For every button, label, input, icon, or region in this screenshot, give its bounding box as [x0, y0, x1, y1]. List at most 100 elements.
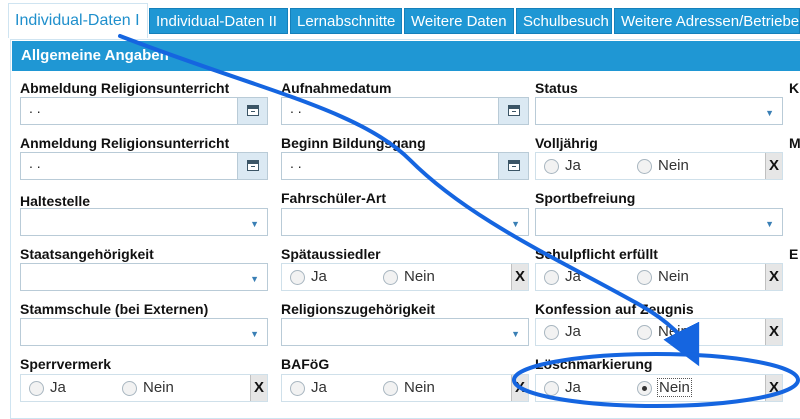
beginn-bildungsgang-label: Beginn Bildungsgang [281, 135, 426, 151]
status-label: Status [535, 80, 578, 96]
col4-row1-label: K [789, 80, 800, 96]
clear-button[interactable]: X [250, 375, 267, 401]
abmeldung-religion-label: Abmeldung Religionsunterricht [20, 80, 230, 96]
tab-weitere-adressen[interactable]: Weitere Adressen/Betriebe [614, 8, 800, 34]
clear-button[interactable]: X [765, 153, 782, 179]
calendar-icon [247, 105, 259, 116]
beginn-bildungsgang-date-field[interactable]: . . [281, 152, 529, 180]
radio-circle [637, 159, 652, 174]
tab-bar: Individual-Daten I Individual-Daten II L… [0, 0, 800, 40]
radio-label: Nein [658, 157, 689, 174]
radio-label: Nein [404, 379, 435, 396]
radio-label: Nein [657, 378, 692, 397]
date-value: . . [29, 155, 41, 171]
radio-label: Nein [658, 323, 689, 340]
calendar-icon [247, 160, 259, 171]
religionszugehoerigkeit-label: Religionszugehörigkeit [281, 301, 436, 317]
schulpflicht-label: Schulpflicht erfüllt [535, 246, 658, 262]
tab-label: Lernabschnitte [297, 13, 396, 30]
stammschule-label: Stammschule (bei Externen) [20, 301, 209, 317]
religionszugehoerigkeit-dropdown[interactable]: ▼ [281, 318, 529, 346]
tab-weitere-daten[interactable]: Weitere Daten [404, 8, 514, 34]
sportbefreiung-dropdown[interactable]: ▼ [535, 208, 783, 236]
radio-circle [544, 381, 559, 396]
aufnahmedatum-label: Aufnahmedatum [281, 80, 392, 96]
col4-row2-label: M [789, 135, 800, 151]
tab-individual-daten-1[interactable]: Individual-Daten I [8, 3, 148, 38]
radio-label: Ja [565, 379, 581, 396]
sportbefreiung-label: Sportbefreiung [535, 190, 636, 206]
sperrvermerk-label: Sperrvermerk [20, 356, 112, 372]
chevron-down-icon: ▼ [511, 329, 520, 339]
radio-circle [122, 381, 137, 396]
calendar-icon [508, 160, 520, 171]
anmeldung-religion-date-field[interactable]: . . [20, 152, 268, 180]
col4-row4-label: E [789, 246, 799, 262]
date-value: . . [29, 100, 41, 116]
date-picker-button[interactable] [237, 98, 267, 124]
chevron-down-icon: ▼ [250, 274, 259, 284]
chevron-down-icon: ▼ [250, 219, 259, 229]
fahrschueler-art-dropdown[interactable]: ▼ [281, 208, 529, 236]
radio-circle [383, 381, 398, 396]
clear-button[interactable]: X [765, 264, 782, 290]
status-dropdown[interactable]: ▼ [535, 97, 783, 125]
loeschmarkierung-radio-group: Ja Nein X [535, 374, 783, 402]
fahrschueler-art-label: Fahrschüler-Art [281, 190, 387, 206]
radio-label: Ja [311, 379, 327, 396]
konfession-zeugnis-radio-group: Ja Nein X [535, 318, 783, 346]
spaetaussiedler-label: Spätaussiedler [281, 246, 381, 262]
tab-label: Weitere Adressen/Betriebe [621, 13, 800, 30]
loeschmarkierung-label: Löschmarkierung [535, 356, 653, 372]
date-picker-button[interactable] [237, 153, 267, 179]
radio-circle [544, 270, 559, 285]
clear-button[interactable]: X [765, 375, 782, 401]
haltestelle-label: Haltestelle [20, 193, 91, 209]
date-picker-button[interactable] [498, 98, 528, 124]
clear-button[interactable]: X [765, 319, 782, 345]
chevron-down-icon: ▼ [250, 329, 259, 339]
radio-circle [29, 381, 44, 396]
radio-label: Ja [50, 379, 66, 396]
sperrvermerk-radio-group: Ja Nein X [20, 374, 268, 402]
volljaehrig-label: Volljährig [535, 135, 598, 151]
radio-circle [637, 270, 652, 285]
anmeldung-religion-label: Anmeldung Religionsunterricht [20, 135, 230, 151]
tab-lernabschnitte[interactable]: Lernabschnitte [290, 8, 402, 34]
staatsangehoerigkeit-dropdown[interactable]: ▼ [20, 263, 268, 291]
stammschule-dropdown[interactable]: ▼ [20, 318, 268, 346]
haltestelle-dropdown[interactable]: ▼ [20, 208, 268, 236]
tab-label: Weitere Daten [411, 13, 507, 30]
radio-circle [544, 325, 559, 340]
tab-schulbesuch[interactable]: Schulbesuch [516, 8, 612, 34]
aufnahmedatum-date-field[interactable]: . . [281, 97, 529, 125]
konfession-zeugnis-label: Konfession auf Zeugnis [535, 301, 694, 317]
tab-label: Schulbesuch [523, 13, 609, 30]
staatsangehoerigkeit-label: Staatsangehörigkeit [20, 246, 154, 262]
radio-circle [290, 270, 305, 285]
radio-label: Nein [404, 268, 435, 285]
radio-label: Ja [311, 268, 327, 285]
radio-label: Ja [565, 157, 581, 174]
chevron-down-icon: ▼ [511, 219, 520, 229]
volljaehrig-radio-group: Ja Nein X [535, 152, 783, 180]
radio-circle [544, 159, 559, 174]
radio-label: Ja [565, 323, 581, 340]
panel-title: Allgemeine Angaben [12, 41, 800, 71]
tab-individual-daten-2[interactable]: Individual-Daten II [149, 8, 288, 34]
bafoeg-label: BAFöG [281, 356, 330, 372]
clear-button[interactable]: X [511, 264, 528, 290]
date-picker-button[interactable] [498, 153, 528, 179]
date-value: . . [290, 155, 302, 171]
abmeldung-religion-date-field[interactable]: . . [20, 97, 268, 125]
chevron-down-icon: ▼ [765, 108, 774, 118]
radio-circle [290, 381, 305, 396]
radio-label: Nein [658, 268, 689, 285]
bafoeg-radio-group: Ja Nein X [281, 374, 529, 402]
spaetaussiedler-radio-group: Ja Nein X [281, 263, 529, 291]
calendar-icon [508, 105, 520, 116]
clear-button[interactable]: X [511, 375, 528, 401]
tab-label: Individual-Daten II [156, 13, 277, 30]
tab-label: Individual-Daten I [15, 12, 140, 29]
chevron-down-icon: ▼ [765, 219, 774, 229]
